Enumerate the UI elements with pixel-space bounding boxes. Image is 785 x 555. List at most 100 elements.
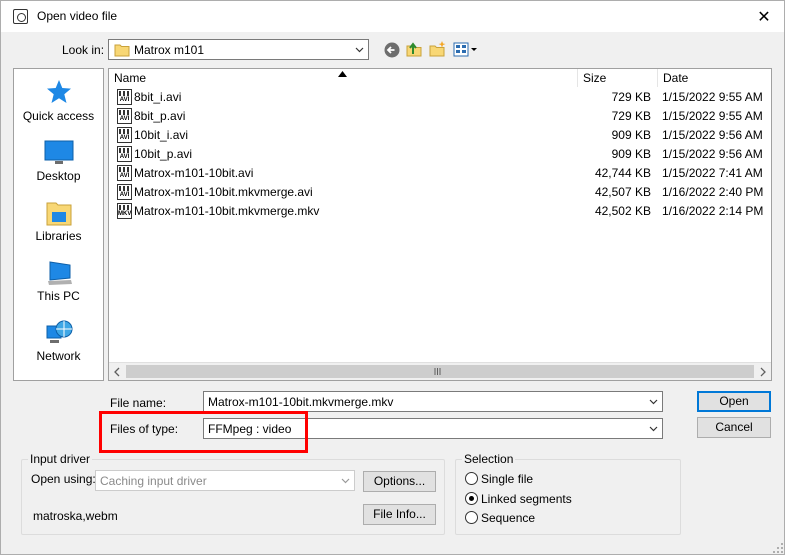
file-size: 42,744 KB — [594, 166, 651, 180]
app-icon — [13, 9, 28, 24]
chevron-down-icon — [355, 47, 364, 53]
place-label: This PC — [37, 289, 80, 303]
close-icon: ✕ — [757, 8, 771, 26]
file-name: 8bit_i.avi — [134, 90, 182, 104]
radio-button[interactable] — [465, 472, 478, 485]
desktop-icon — [44, 140, 74, 164]
open-using-label: Open using: — [31, 472, 96, 486]
file-row[interactable]: MKV Matrox-m101-10bit.mkvmerge.mkv 42,50… — [109, 202, 771, 221]
file-size: 909 KB — [611, 128, 651, 142]
horizontal-scrollbar[interactable] — [109, 362, 771, 380]
file-name-label: File name: — [110, 396, 167, 410]
group-title: Selection — [462, 452, 516, 466]
chevron-down-icon — [649, 426, 658, 432]
video-file-icon: AVI — [117, 165, 132, 181]
open-using-value: Caching input driver — [100, 474, 207, 488]
network-icon — [46, 320, 73, 343]
open-video-file-dialog: Open video file ✕ Look in: Matrox m101 Q… — [0, 0, 785, 555]
chevron-down-icon[interactable] — [649, 397, 658, 406]
file-date: 1/15/2022 7:41 AM — [662, 166, 763, 180]
file-list[interactable]: Name Size Date AVI 8bit_i.avi 729 KB 1/1… — [108, 68, 772, 381]
file-size: 909 KB — [611, 147, 651, 161]
chevron-down-icon — [341, 478, 350, 484]
video-file-icon: AVI — [117, 184, 132, 200]
file-date: 1/15/2022 9:55 AM — [662, 109, 763, 123]
place-this-pc[interactable]: This PC — [14, 257, 103, 313]
file-size: 729 KB — [611, 90, 651, 104]
back-icon[interactable] — [383, 41, 401, 59]
radio-button[interactable] — [465, 492, 478, 505]
video-file-icon: AVI — [117, 127, 132, 143]
video-file-icon: MKV — [117, 203, 132, 219]
driver-extensions: matroska,webm — [33, 509, 118, 523]
window-title: Open video file — [37, 9, 118, 23]
file-row[interactable]: AVI 8bit_p.avi 729 KB 1/15/2022 9:55 AM — [109, 107, 771, 126]
grip-icon — [434, 368, 441, 375]
computer-icon — [48, 261, 72, 285]
close-button[interactable]: ✕ — [744, 2, 784, 31]
file-name: 10bit_i.avi — [134, 128, 189, 142]
file-size: 729 KB — [611, 109, 651, 123]
place-libraries[interactable]: Libraries — [14, 197, 103, 253]
title-bar: Open video file ✕ — [1, 1, 784, 32]
file-row[interactable]: AVI Matrox-m101-10bit.mkvmerge.avi 42,50… — [109, 183, 771, 202]
options-button[interactable]: Options... — [363, 471, 436, 492]
video-file-icon: AVI — [117, 146, 132, 162]
video-file-icon: AVI — [117, 89, 132, 105]
open-using-dropdown: Caching input driver — [95, 470, 355, 491]
file-row[interactable]: AVI 8bit_i.avi 729 KB 1/15/2022 9:55 AM — [109, 88, 771, 107]
file-row[interactable]: AVI Matrox-m101-10bit.avi 42,744 KB 1/15… — [109, 164, 771, 183]
look-in-label: Look in: — [62, 43, 105, 57]
scrollbar-thumb[interactable] — [126, 365, 754, 378]
file-info-button[interactable]: File Info... — [363, 504, 436, 525]
place-label: Quick access — [22, 109, 95, 123]
file-row[interactable]: AVI 10bit_i.avi 909 KB 1/15/2022 9:56 AM — [109, 126, 771, 145]
file-name: Matrox-m101-10bit.mkvmerge.avi — [134, 185, 313, 199]
column-header-size[interactable]: Size — [578, 69, 658, 87]
file-name: 8bit_p.avi — [134, 109, 186, 123]
star-icon — [47, 80, 71, 103]
file-date: 1/15/2022 9:56 AM — [662, 147, 763, 161]
scroll-right-icon[interactable] — [758, 367, 768, 377]
file-name: 10bit_p.avi — [134, 147, 193, 161]
file-name: Matrox-m101-10bit.avi — [134, 166, 254, 180]
look-in-dropdown[interactable]: Matrox m101 — [108, 39, 369, 60]
place-label: Network — [36, 349, 81, 363]
file-size: 42,507 KB — [594, 185, 651, 199]
file-date: 1/16/2022 2:14 PM — [662, 204, 764, 218]
libraries-icon — [46, 202, 72, 226]
folder-icon — [114, 44, 130, 57]
place-network[interactable]: Network — [14, 317, 103, 373]
video-file-icon: AVI — [117, 108, 132, 124]
scroll-left-icon[interactable] — [112, 367, 122, 377]
highlight-box — [99, 411, 308, 453]
radio-single-file[interactable]: Single file — [465, 471, 615, 487]
place-desktop[interactable]: Desktop — [14, 137, 103, 193]
file-name-combobox[interactable]: Matrox-m101-10bit.mkvmerge.mkv — [203, 391, 663, 412]
sort-ascending-icon — [338, 71, 347, 77]
file-date: 1/15/2022 9:55 AM — [662, 90, 763, 104]
radio-button[interactable] — [465, 511, 478, 524]
look-in-value: Matrox m101 — [134, 43, 205, 57]
file-name: Matrox-m101-10bit.mkvmerge.mkv — [134, 204, 320, 218]
place-label: Libraries — [35, 229, 82, 243]
up-folder-icon[interactable] — [405, 40, 423, 58]
radio-sequence[interactable]: Sequence — [465, 510, 615, 526]
resize-grip-icon[interactable] — [772, 542, 784, 554]
radio-linked-segments[interactable]: Linked segments — [465, 491, 615, 507]
places-bar: Quick access Desktop Libraries This PC N… — [13, 68, 104, 381]
column-header-date[interactable]: Date — [658, 69, 771, 87]
file-date: 1/15/2022 9:56 AM — [662, 128, 763, 142]
group-title: Input driver — [28, 452, 93, 466]
place-quick-access[interactable]: Quick access — [14, 77, 103, 133]
cancel-button[interactable]: Cancel — [697, 417, 771, 438]
column-header-name[interactable]: Name — [109, 69, 578, 87]
new-folder-icon[interactable] — [429, 40, 447, 58]
place-label: Desktop — [36, 169, 81, 183]
view-menu-icon[interactable] — [453, 41, 479, 59]
open-button[interactable]: Open — [697, 391, 771, 412]
file-size: 42,502 KB — [594, 204, 651, 218]
file-name-value: Matrox-m101-10bit.mkvmerge.mkv — [208, 395, 394, 409]
file-date: 1/16/2022 2:40 PM — [662, 185, 764, 199]
file-row[interactable]: AVI 10bit_p.avi 909 KB 1/15/2022 9:56 AM — [109, 145, 771, 164]
